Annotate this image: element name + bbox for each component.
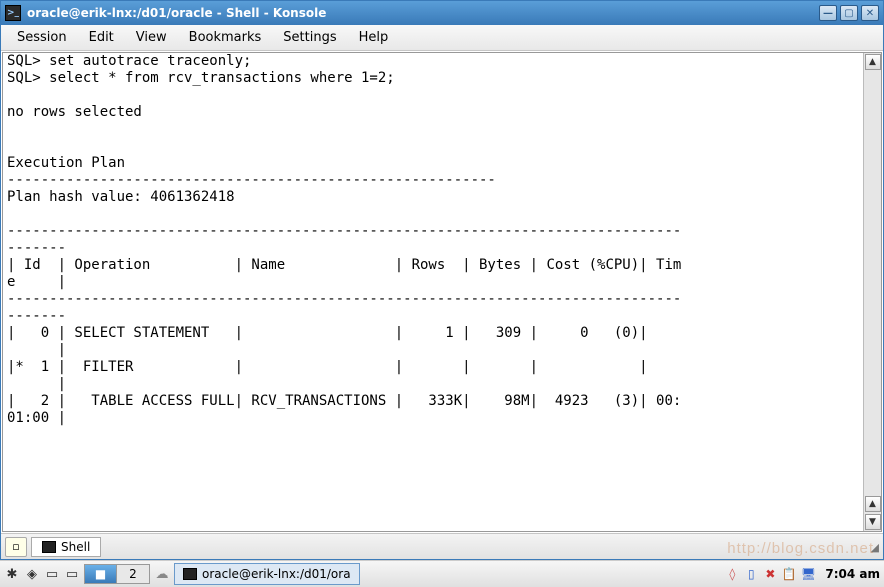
- maximize-button[interactable]: ▢: [840, 5, 858, 21]
- menu-session[interactable]: Session: [7, 27, 77, 48]
- terminal-icon: [42, 541, 56, 553]
- taskbar: ✱ ◈ ▭ ▭ ■ 2 ☁ oracle@erik-lnx:/d01/ora ◊…: [0, 560, 884, 587]
- menu-bookmarks[interactable]: Bookmarks: [179, 27, 272, 48]
- systray-icon-2[interactable]: ▯: [743, 566, 759, 582]
- terminal-viewport[interactable]: SQL> set autotrace traceonly; SQL> selec…: [3, 53, 863, 531]
- konsole-window: >_ oracle@erik-lnx:/d01/oracle - Shell -…: [0, 0, 884, 560]
- quicklaunch-home-icon[interactable]: ▭: [44, 566, 60, 582]
- scroll-up2-icon[interactable]: ▲: [865, 496, 881, 512]
- desktop-2[interactable]: 2: [117, 565, 149, 583]
- tab-label: Shell: [61, 540, 90, 554]
- desktop-switcher: ■ 2: [84, 564, 150, 584]
- new-tab-button[interactable]: ▫: [5, 537, 27, 557]
- systray-icon-1[interactable]: ◊: [724, 566, 740, 582]
- menubar: Session Edit View Bookmarks Settings Hel…: [1, 25, 883, 51]
- terminal-icon: [183, 568, 197, 580]
- quicklaunch-terminal-icon[interactable]: ▭: [64, 566, 80, 582]
- minimize-button[interactable]: —: [819, 5, 837, 21]
- taskbar-item-konsole[interactable]: oracle@erik-lnx:/d01/ora: [174, 563, 360, 585]
- tab-shell[interactable]: Shell: [31, 537, 101, 557]
- cloud-icon[interactable]: ☁: [154, 566, 170, 582]
- systray-clipboard-icon[interactable]: 📋: [781, 566, 797, 582]
- resize-grip-icon: ◢: [865, 540, 879, 554]
- tabbar: ▫ Shell ◢: [1, 533, 883, 559]
- task-label: oracle@erik-lnx:/d01/ora: [202, 567, 351, 581]
- clock[interactable]: 7:04 am: [825, 567, 880, 581]
- systray: ◊ ▯ ✖ 📋 🖥 7:04 am: [724, 566, 880, 582]
- quicklaunch-run-icon[interactable]: ✱: [4, 566, 20, 582]
- titlebar[interactable]: >_ oracle@erik-lnx:/d01/oracle - Shell -…: [1, 1, 883, 25]
- konsole-icon: >_: [5, 5, 21, 21]
- window-buttons: — ▢ ✕: [819, 5, 879, 21]
- window-title: oracle@erik-lnx:/d01/oracle - Shell - Ko…: [27, 6, 819, 20]
- scroll-down-icon[interactable]: ▼: [865, 514, 881, 530]
- menu-view[interactable]: View: [126, 27, 177, 48]
- desktop-1[interactable]: ■: [85, 565, 117, 583]
- systray-network-icon[interactable]: 🖥: [800, 566, 816, 582]
- close-button[interactable]: ✕: [861, 5, 879, 21]
- menu-edit[interactable]: Edit: [79, 27, 124, 48]
- menu-settings[interactable]: Settings: [273, 27, 346, 48]
- menu-help[interactable]: Help: [349, 27, 399, 48]
- quicklaunch-desktop-icon[interactable]: ◈: [24, 566, 40, 582]
- terminal-wrap: SQL> set autotrace traceonly; SQL> selec…: [2, 52, 882, 532]
- scroll-up-icon[interactable]: ▲: [865, 54, 881, 70]
- scroll-track[interactable]: [864, 71, 881, 496]
- scrollbar[interactable]: ▲ ▲ ▼: [863, 53, 881, 531]
- systray-icon-3[interactable]: ✖: [762, 566, 778, 582]
